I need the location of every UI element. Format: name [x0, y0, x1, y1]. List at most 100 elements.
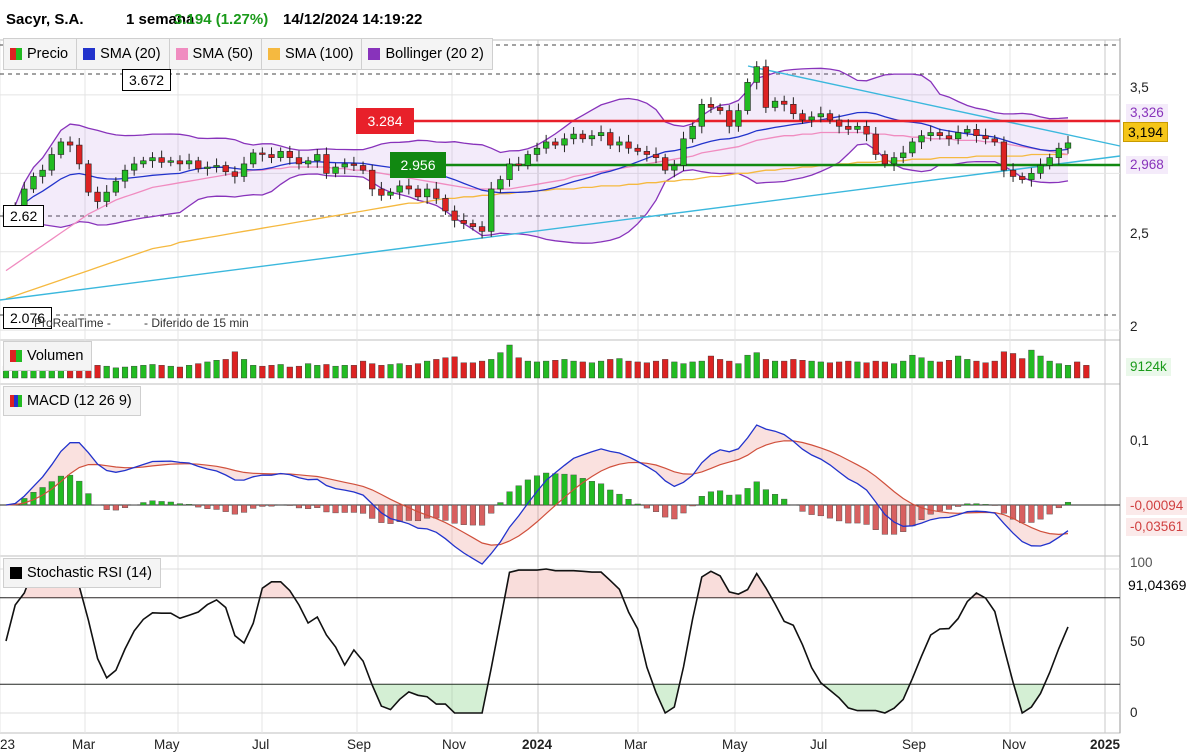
- volume-bar: [836, 361, 843, 379]
- volume-bar: [891, 363, 898, 379]
- macd-histogram-bar: [396, 504, 403, 522]
- legend-stoch-rsi[interactable]: Stochastic RSI (14): [4, 559, 160, 587]
- legend-label: SMA (50): [192, 46, 253, 62]
- macd-histogram-bar: [698, 496, 705, 506]
- macd-histogram-bar: [735, 494, 742, 506]
- macd-histogram-bar: [955, 504, 962, 507]
- candle-body: [1000, 141, 1008, 171]
- x-tick-label: 2024: [522, 737, 553, 752]
- volume-bar: [488, 359, 495, 379]
- legend-sma20[interactable]: SMA (20): [77, 39, 170, 69]
- price-change: 3.194 (1.27%): [174, 11, 269, 28]
- volume-bar: [744, 354, 751, 379]
- volume-bar: [121, 366, 129, 379]
- volume-bar: [140, 365, 147, 379]
- legend-macd[interactable]: MACD (12 26 9): [4, 387, 140, 415]
- candle-body: [158, 157, 165, 163]
- macd-histogram-bar: [231, 504, 238, 515]
- volume-bar: [863, 362, 870, 379]
- candle-body: [103, 191, 110, 202]
- macd-histogram-bar: [872, 504, 879, 530]
- volume-bar: [753, 352, 760, 379]
- candle-body: [652, 154, 660, 158]
- stoch-overbought-fill: [20, 569, 986, 598]
- volume-legend: Volumen: [3, 341, 93, 371]
- candle-body: [423, 188, 431, 198]
- macd-histogram-bar: [607, 489, 614, 506]
- candle-body: [854, 125, 861, 130]
- volume-bar: [872, 360, 879, 379]
- candle-body: [112, 180, 120, 193]
- candle-body: [66, 141, 74, 146]
- candle-body: [451, 210, 458, 221]
- pink-square-icon: [175, 48, 188, 60]
- macd-histogram-bar: [799, 504, 806, 512]
- volume-bar: [817, 361, 824, 379]
- candle-body: [890, 157, 898, 165]
- candle-body: [945, 135, 953, 140]
- x-tick-label: 2025: [1090, 737, 1121, 752]
- macd-histogram-bar: [515, 485, 522, 506]
- level-label-top: 3.672: [122, 69, 172, 91]
- resistance-label: 3.284: [356, 108, 414, 134]
- legend-bollinger[interactable]: Bollinger (20 2): [362, 39, 491, 69]
- candle-body: [286, 151, 293, 158]
- volume-bar: [131, 365, 138, 379]
- candle-body: [671, 165, 678, 171]
- volume-bar: [900, 360, 907, 379]
- volume-bar: [552, 360, 559, 379]
- candle-body: [634, 147, 641, 152]
- macd-histogram-bar: [506, 491, 513, 506]
- volume-bar: [250, 365, 257, 379]
- legend-volumen[interactable]: Volumen: [4, 342, 91, 370]
- volume-bar: [771, 360, 779, 379]
- macd-histogram-bar: [717, 490, 724, 506]
- macd-histogram-bar: [195, 504, 202, 508]
- macd-histogram-bar: [561, 473, 568, 506]
- macd-histogram-bar: [991, 504, 998, 506]
- legend-sma100[interactable]: SMA (100): [262, 39, 363, 69]
- volume-bar: [213, 360, 220, 379]
- legend-sma50[interactable]: SMA (50): [170, 39, 262, 69]
- volume-bar: [964, 359, 971, 379]
- candle-body: [552, 141, 559, 146]
- volume-bar: [945, 360, 953, 379]
- purple-square-icon: [368, 48, 381, 60]
- macd-histogram-bar: [671, 504, 678, 520]
- candle-body: [176, 160, 184, 165]
- volume-bar: [570, 360, 577, 379]
- volume-bar: [186, 365, 193, 379]
- macd-histogram-bar: [909, 504, 916, 527]
- volume-bar: [533, 361, 541, 379]
- macd-histogram-bar: [158, 501, 165, 506]
- candle-body: [488, 188, 495, 232]
- candle-body: [1037, 165, 1044, 174]
- candle-body: [323, 154, 330, 174]
- macd-histogram-bar: [460, 504, 467, 525]
- macd-histogram-bar: [543, 472, 550, 506]
- volume-bar: [506, 344, 513, 379]
- macd-icon: [10, 395, 22, 407]
- volume-badge: 9124k: [1126, 358, 1171, 376]
- macd-histogram-bar: [204, 504, 211, 509]
- macd-histogram-bar: [643, 504, 650, 509]
- candle-body: [259, 152, 266, 155]
- watermark-delay: - Diferido de 15 min: [144, 316, 249, 330]
- macd-histogram-bar: [268, 504, 275, 507]
- candle-body: [497, 179, 504, 190]
- candle-body: [369, 169, 376, 190]
- candle-body: [396, 185, 403, 193]
- macd-histogram-bar: [369, 504, 376, 519]
- candle-body: [30, 176, 37, 190]
- candle-body: [268, 154, 275, 158]
- x-tick-label: Nov: [1002, 737, 1027, 752]
- macd-histogram-bar: [753, 481, 760, 506]
- volume-bar: [918, 357, 925, 379]
- legend-precio[interactable]: Precio: [4, 39, 78, 69]
- bollinger-lower-badge: 2,968: [1126, 156, 1168, 174]
- chart-header: Sacyr, S.A. 1 semana 3.194 (1.27%) 14/12…: [0, 0, 1200, 38]
- volume-bar: [881, 361, 888, 379]
- volume-bar: [698, 360, 705, 379]
- candle-body: [900, 152, 907, 158]
- macd-histogram-bar: [250, 504, 257, 509]
